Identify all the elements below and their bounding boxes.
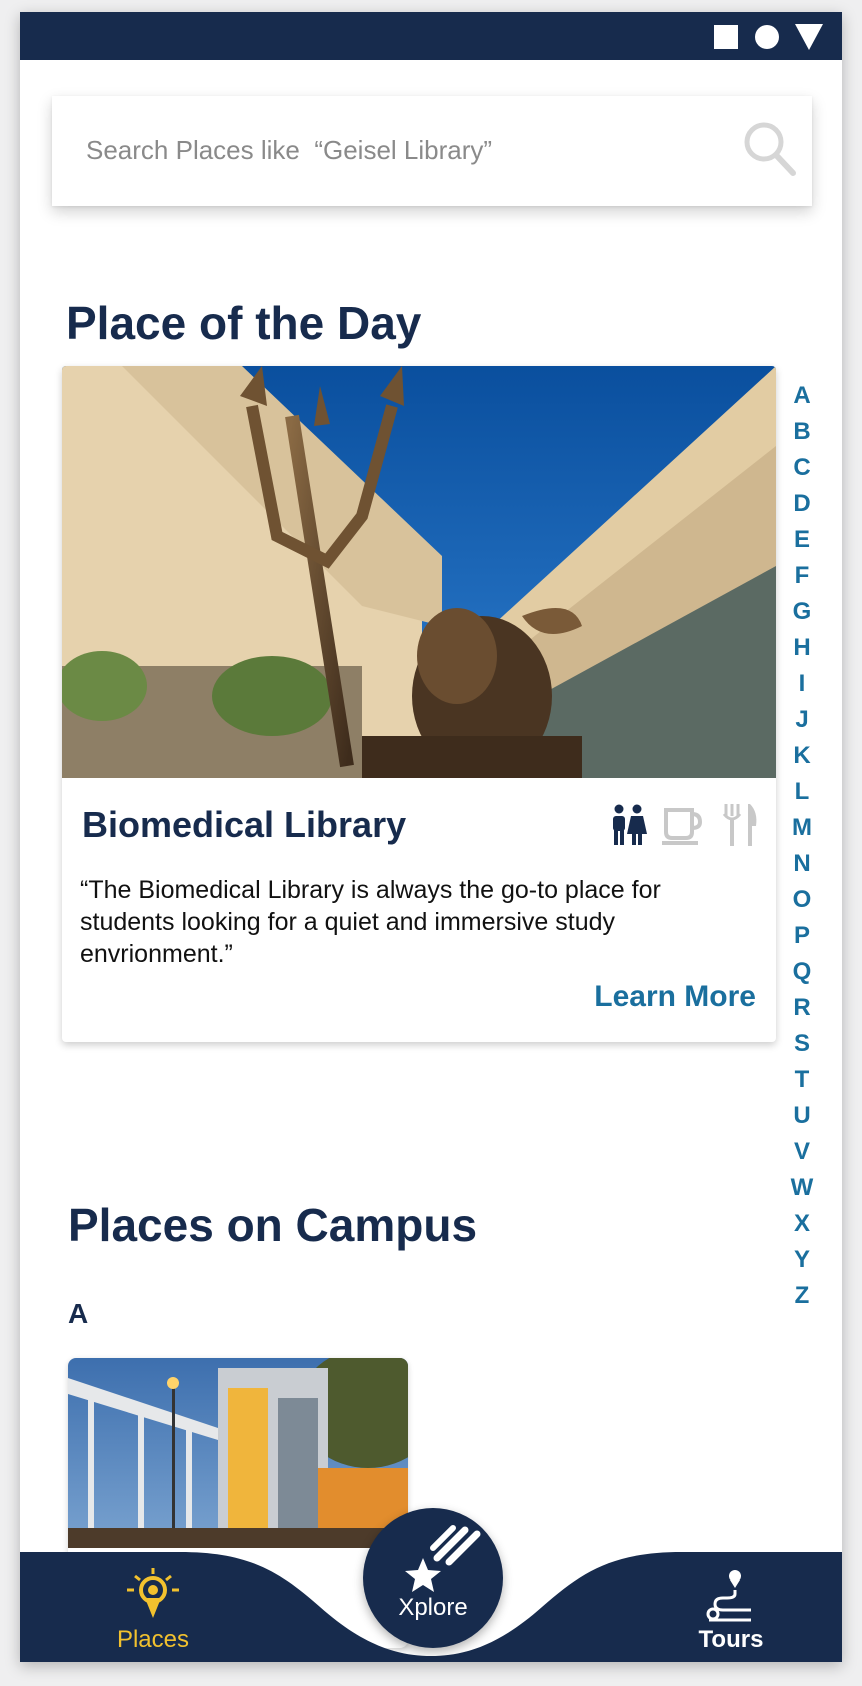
restroom-icon [613, 804, 647, 845]
index-letter-j[interactable]: J [780, 702, 824, 738]
index-letter-v[interactable]: V [780, 1134, 824, 1170]
index-letter-m[interactable]: M [780, 810, 824, 846]
learn-more-link[interactable]: Learn More [594, 980, 756, 1014]
status-bar [20, 12, 842, 60]
index-letter-p[interactable]: P [780, 918, 824, 954]
index-letter-k[interactable]: K [780, 738, 824, 774]
triangle-icon [795, 24, 823, 50]
shooting-star-icon [405, 1525, 481, 1592]
xplore-label: Xplore [398, 1594, 468, 1621]
index-letter-l[interactable]: L [780, 774, 824, 810]
nav-places-label: Places [116, 1626, 190, 1653]
place-of-the-day-card[interactable]: Biomedical Library “The Biomedical Libra… [62, 366, 776, 1042]
route-icon [706, 1570, 751, 1622]
place-card-photo [68, 1358, 408, 1548]
index-letter-u[interactable]: U [780, 1098, 824, 1134]
places-on-campus-heading: Places on Campus [68, 1199, 478, 1251]
letter-section-heading: A [68, 1298, 89, 1329]
cafe-icon [662, 808, 702, 845]
index-letter-a[interactable]: A [780, 378, 824, 414]
xplore-button[interactable]: Xplore [363, 1508, 503, 1648]
index-letter-i[interactable]: I [780, 666, 824, 702]
nav-tours-label: Tours [698, 1626, 764, 1653]
index-letter-b[interactable]: B [780, 414, 824, 450]
index-letter-x[interactable]: X [780, 1206, 824, 1242]
dining-icon [722, 804, 757, 846]
index-letter-d[interactable]: D [780, 486, 824, 522]
lightbulb-pin-icon [127, 1568, 179, 1618]
search-input[interactable] [84, 124, 718, 176]
alphabet-index[interactable]: ABCDEFGHIJKLMNOPQRSTUVWXYZ [780, 378, 824, 1314]
circle-icon [755, 25, 779, 49]
phone-screen: Place of the Day [20, 12, 842, 1662]
index-letter-e[interactable]: E [780, 522, 824, 558]
place-name: Biomedical Library [82, 804, 407, 845]
index-letter-w[interactable]: W [780, 1170, 824, 1206]
square-icon [714, 25, 738, 49]
index-letter-q[interactable]: Q [780, 954, 824, 990]
nav-places[interactable]: Places [73, 1552, 233, 1662]
place-of-the-day-heading: Place of the Day [66, 297, 422, 349]
index-letter-n[interactable]: N [780, 846, 824, 882]
index-letter-t[interactable]: T [780, 1062, 824, 1098]
place-photo [62, 366, 776, 778]
nav-tours[interactable]: Tours [651, 1552, 811, 1662]
index-letter-f[interactable]: F [780, 558, 824, 594]
index-letter-g[interactable]: G [780, 594, 824, 630]
place-quote: “The Biomedical Library is always the go… [80, 876, 661, 968]
index-letter-r[interactable]: R [780, 990, 824, 1026]
index-letter-z[interactable]: Z [780, 1278, 824, 1314]
index-letter-c[interactable]: C [780, 450, 824, 486]
index-letter-y[interactable]: Y [780, 1242, 824, 1278]
index-letter-h[interactable]: H [780, 630, 824, 666]
index-letter-o[interactable]: O [780, 882, 824, 918]
index-letter-s[interactable]: S [780, 1026, 824, 1062]
search-bar[interactable] [52, 96, 812, 206]
search-icon[interactable] [742, 120, 798, 178]
